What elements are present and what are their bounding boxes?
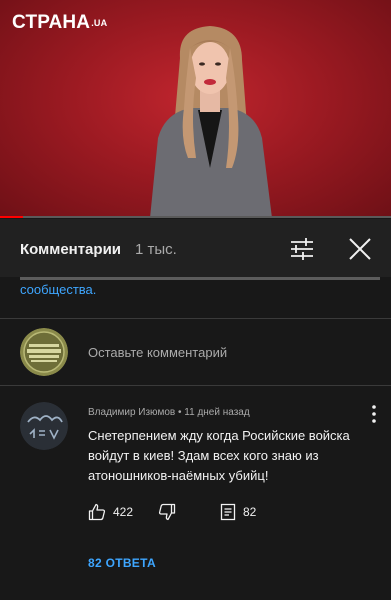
- like-count: 422: [113, 505, 134, 519]
- view-replies-button[interactable]: 82 ОТВЕТА: [88, 556, 156, 570]
- presenter-image: [150, 26, 272, 218]
- reply-count: 82: [243, 505, 257, 519]
- video-player[interactable]: СТРАНА.UA: [0, 0, 391, 218]
- sort-filter-icon[interactable]: [288, 235, 316, 263]
- community-link[interactable]: сообщества.: [20, 282, 96, 297]
- comments-header: Комментарии 1 тыс.: [0, 219, 391, 277]
- cropped-description-line: [20, 277, 380, 281]
- commenter-avatar[interactable]: [20, 402, 68, 450]
- thumbs-up-icon: [88, 503, 106, 521]
- dislike-button[interactable]: [158, 501, 176, 523]
- comment-time: 11 дней назад: [184, 407, 250, 418]
- close-icon[interactable]: [346, 235, 374, 263]
- thumbs-down-icon: [158, 503, 176, 521]
- meta-separator: •: [177, 407, 182, 418]
- my-avatar: [20, 328, 68, 376]
- comment-meta: Владимир Изюмов • 11 дней назад: [88, 407, 250, 418]
- channel-logo: СТРАНА.UA: [12, 12, 108, 33]
- video-progress-fill: [0, 216, 24, 218]
- comments-count: 1 тыс.: [135, 241, 177, 258]
- reply-button[interactable]: 82: [220, 501, 256, 523]
- add-comment-input[interactable]: Оставьте комментарий: [88, 345, 227, 360]
- comment-text: Снетерпением жду когда Росийские войска …: [88, 428, 350, 483]
- divider: [0, 385, 391, 386]
- more-options-icon[interactable]: [362, 402, 386, 426]
- like-button[interactable]: 422: [88, 501, 133, 523]
- reply-icon: [220, 503, 236, 521]
- comments-title: Комментарии: [20, 241, 122, 258]
- video-progress-bar[interactable]: [0, 216, 391, 218]
- comment-author[interactable]: Владимир Изюмов: [88, 407, 175, 418]
- divider: [0, 318, 391, 319]
